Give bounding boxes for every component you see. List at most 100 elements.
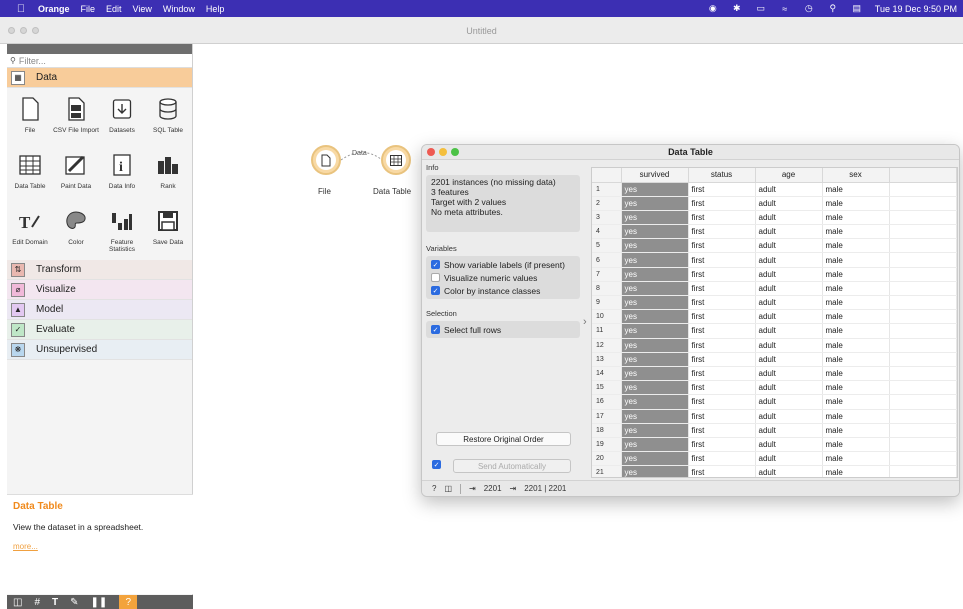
cell-status[interactable]: first [688,267,756,282]
table-row[interactable]: 16 yes first adult male [592,394,957,410]
table-row[interactable]: 10 yes first adult male [592,309,957,325]
row-number[interactable]: 9 [592,295,622,311]
cell-age[interactable]: adult [755,224,823,240]
cell-sex[interactable]: male [822,366,890,382]
cell-age[interactable]: adult [755,437,823,453]
column-header-age[interactable]: age [755,168,823,183]
cell-sex[interactable]: male [822,380,890,396]
cell-age[interactable]: adult [755,409,823,424]
table-row[interactable]: 18 yes first adult male [592,423,957,438]
table-row[interactable]: 19 yes first adult male [592,437,957,453]
row-number[interactable]: 21 [592,465,622,477]
cell-sex[interactable]: male [822,238,890,254]
row-number[interactable]: 8 [592,281,622,297]
cell-age[interactable]: adult [755,366,823,382]
cell-status[interactable]: first [688,423,756,438]
cell-sex[interactable]: male [822,451,890,467]
cell-sex[interactable]: male [822,338,890,353]
corner-cell[interactable] [592,168,622,183]
cell-survived[interactable]: yes [621,267,689,282]
report-icon[interactable]: ◫ [444,484,452,493]
row-number[interactable]: 19 [592,437,622,453]
cell-sex[interactable]: male [822,437,890,453]
row-number[interactable]: 15 [592,380,622,396]
row-number[interactable]: 1 [592,182,622,197]
cell-age[interactable]: adult [755,238,823,254]
cell-sex[interactable]: male [822,394,890,410]
column-header-status[interactable]: status [688,168,756,183]
cell-survived[interactable]: yes [621,409,689,424]
row-number[interactable]: 11 [592,323,622,339]
cell-status[interactable]: first [688,465,756,477]
cell-sex[interactable]: male [822,295,890,311]
row-number[interactable]: 17 [592,409,622,424]
cell-sex[interactable]: male [822,352,890,367]
row-number[interactable]: 10 [592,309,622,325]
cell-sex[interactable]: male [822,196,890,211]
cell-status[interactable]: first [688,437,756,453]
cell-survived[interactable]: yes [621,451,689,467]
row-number[interactable]: 3 [592,210,622,226]
node-data-table[interactable] [381,145,411,175]
cell-status[interactable]: first [688,309,756,325]
cell-survived[interactable]: yes [621,380,689,396]
cell-sex[interactable]: male [822,267,890,282]
cell-survived[interactable]: yes [621,295,689,311]
table-row[interactable]: 2 yes first adult male [592,196,957,211]
cell-status[interactable]: first [688,394,756,410]
cell-survived[interactable]: yes [621,224,689,240]
cell-survived[interactable]: yes [621,238,689,254]
cell-age[interactable]: adult [755,281,823,297]
row-number[interactable]: 18 [592,423,622,438]
table-row[interactable]: 20 yes first adult male [592,451,957,467]
node-file[interactable] [311,145,341,175]
cell-sex[interactable]: male [822,423,890,438]
table-row[interactable]: 14 yes first adult male [592,366,957,382]
row-number[interactable]: 7 [592,267,622,282]
cell-age[interactable]: adult [755,182,823,197]
send-automatically-button[interactable]: Send Automatically [453,459,571,473]
cell-age[interactable]: adult [755,352,823,367]
cell-sex[interactable]: male [822,281,890,297]
color-by-instance-classes-checkbox[interactable]: ✓ Color by instance classes [431,284,575,297]
cell-status[interactable]: first [688,451,756,467]
cell-survived[interactable]: yes [621,210,689,226]
cell-survived[interactable]: yes [621,323,689,339]
table-row[interactable]: 4 yes first adult male [592,224,957,240]
table-row[interactable]: 9 yes first adult male [592,295,957,311]
restore-original-order-button[interactable]: Restore Original Order [436,432,571,446]
table-row[interactable]: 21 yes first adult male [592,465,957,477]
row-number[interactable]: 20 [592,451,622,467]
send-automatically-checkbox[interactable]: ✓ [432,460,441,469]
cell-status[interactable]: first [688,252,756,268]
cell-survived[interactable]: yes [621,196,689,211]
cell-survived[interactable]: yes [621,465,689,477]
cell-status[interactable]: first [688,281,756,297]
cell-status[interactable]: first [688,224,756,240]
column-header-sex[interactable]: sex [822,168,890,183]
cell-age[interactable]: adult [755,380,823,396]
help-icon[interactable]: ? [432,484,436,493]
cell-survived[interactable]: yes [621,366,689,382]
cell-status[interactable]: first [688,338,756,353]
cell-age[interactable]: adult [755,451,823,467]
cell-age[interactable]: adult [755,394,823,410]
table-row[interactable]: 11 yes first adult male [592,323,957,339]
cell-survived[interactable]: yes [621,281,689,297]
table-row[interactable]: 17 yes first adult male [592,409,957,424]
cell-survived[interactable]: yes [621,394,689,410]
cell-sex[interactable]: male [822,323,890,339]
cell-survived[interactable]: yes [621,309,689,325]
column-header-survived[interactable]: survived [621,168,689,183]
table-row[interactable]: 15 yes first adult male [592,380,957,396]
cell-age[interactable]: adult [755,423,823,438]
cell-status[interactable]: first [688,409,756,424]
row-number[interactable]: 2 [592,196,622,211]
table-row[interactable]: 5 yes first adult male [592,238,957,254]
cell-age[interactable]: adult [755,309,823,325]
cell-status[interactable]: first [688,366,756,382]
cell-status[interactable]: first [688,238,756,254]
row-number[interactable]: 14 [592,366,622,382]
table-row[interactable]: 6 yes first adult male [592,252,957,268]
row-number[interactable]: 16 [592,394,622,410]
